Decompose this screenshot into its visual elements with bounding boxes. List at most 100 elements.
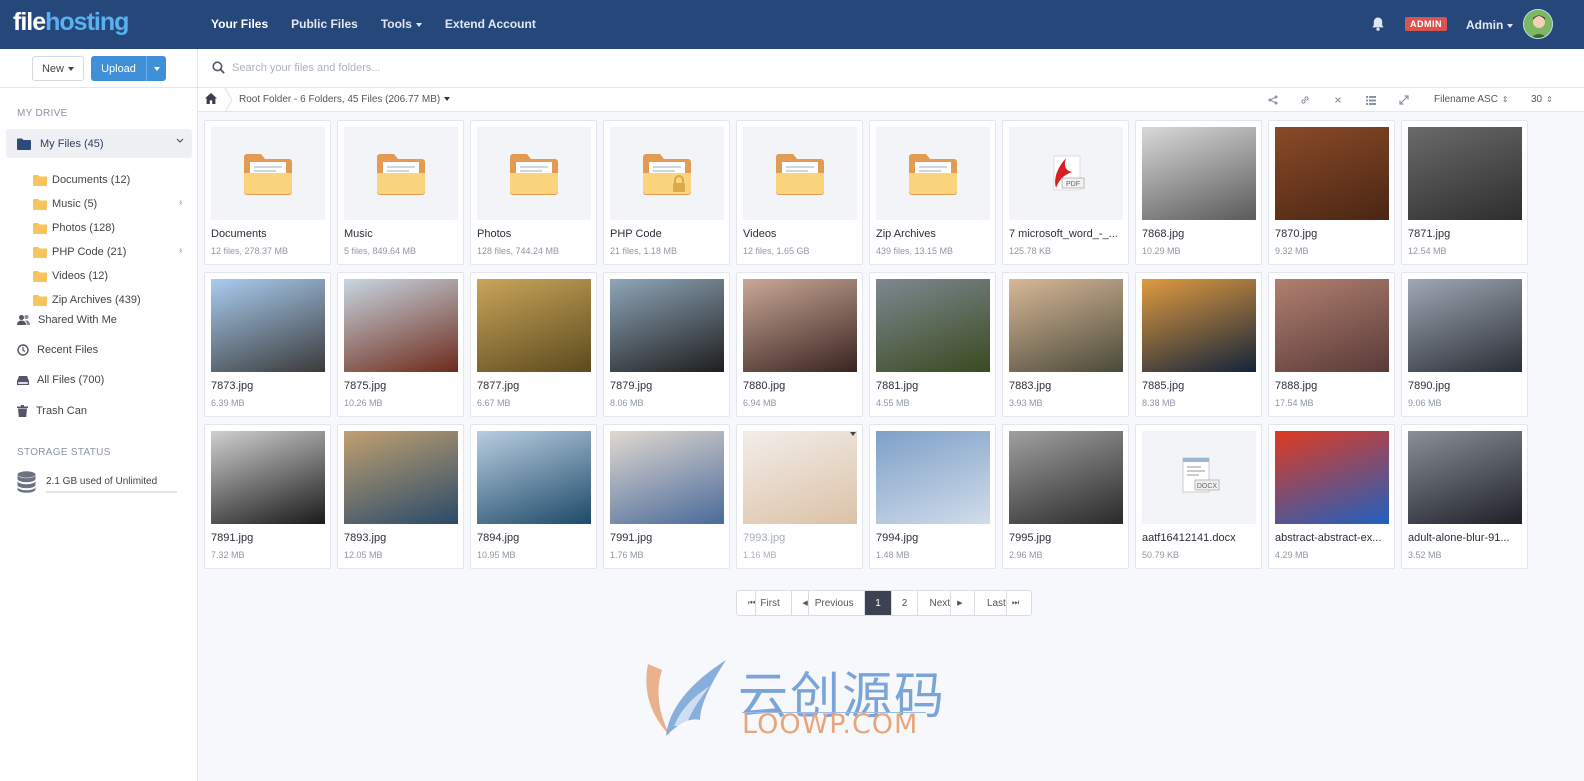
pagination-page-2[interactable]: 2: [892, 591, 918, 615]
share-icon[interactable]: [1266, 93, 1280, 107]
close-icon[interactable]: [1331, 93, 1345, 107]
file-card[interactable]: 7870.jpg 9.32 MB: [1268, 120, 1395, 265]
chevron-down-icon[interactable]: [850, 432, 856, 436]
file-card[interactable]: 7881.jpg 4.55 MB: [869, 272, 996, 417]
file-card[interactable]: 7991.jpg 1.76 MB: [603, 424, 730, 569]
file-thumbnail[interactable]: DOCX: [1142, 431, 1256, 524]
file-card[interactable]: DOCX aatf16412141.docx 50.79 KB: [1135, 424, 1262, 569]
sidebar-folder-item[interactable]: Documents (12): [33, 172, 130, 188]
file-card[interactable]: 7879.jpg 8.06 MB: [603, 272, 730, 417]
file-card[interactable]: 7893.jpg 12.05 MB: [337, 424, 464, 569]
new-button[interactable]: New: [32, 56, 84, 81]
file-card[interactable]: 7873.jpg 6.39 MB: [204, 272, 331, 417]
sidebar-folder-item[interactable]: Music (5): [33, 196, 97, 212]
folder-card[interactable]: Photos 128 files, 744.24 MB: [470, 120, 597, 265]
file-card[interactable]: 7894.jpg 10.95 MB: [470, 424, 597, 569]
chevron-right-icon[interactable]: ›: [179, 245, 182, 256]
file-thumbnail[interactable]: [477, 127, 591, 220]
folder-card[interactable]: Documents 12 files, 278.37 MB: [204, 120, 331, 265]
avatar[interactable]: [1523, 9, 1553, 39]
file-thumbnail[interactable]: [344, 431, 458, 524]
file-thumbnail[interactable]: [1408, 279, 1522, 372]
nav-tools[interactable]: Tools: [381, 17, 422, 31]
file-thumbnail[interactable]: [743, 431, 857, 524]
file-card[interactable]: 7995.jpg 2.96 MB: [1002, 424, 1129, 569]
folder-card[interactable]: PHP Code 21 files, 1.18 MB: [603, 120, 730, 265]
folder-card[interactable]: Zip Archives 439 files, 13.15 MB: [869, 120, 996, 265]
pagination-first[interactable]: ⏮ First: [737, 591, 792, 615]
sidebar-item-my-files[interactable]: My Files (45): [6, 129, 192, 158]
list-view-icon[interactable]: [1364, 93, 1378, 107]
file-thumbnail[interactable]: [1142, 279, 1256, 372]
sidebar-folder-item[interactable]: Videos (12): [33, 268, 108, 284]
file-thumbnail[interactable]: [610, 431, 724, 524]
search-input[interactable]: [232, 58, 832, 78]
pagination-previous[interactable]: ◀ Previous: [792, 591, 865, 615]
file-card[interactable]: 7890.jpg 9.06 MB: [1401, 272, 1528, 417]
file-thumbnail[interactable]: [211, 431, 325, 524]
file-card[interactable]: 7883.jpg 3.93 MB: [1002, 272, 1129, 417]
file-card[interactable]: 7871.jpg 12.54 MB: [1401, 120, 1528, 265]
file-card[interactable]: 7875.jpg 10.26 MB: [337, 272, 464, 417]
file-card[interactable]: 7993.jpg 1.16 MB: [736, 424, 863, 569]
file-thumbnail[interactable]: [876, 279, 990, 372]
file-thumbnail[interactable]: [743, 127, 857, 220]
file-card[interactable]: adult-alone-blur-91... 3.52 MB: [1401, 424, 1528, 569]
file-thumbnail[interactable]: [876, 431, 990, 524]
file-thumbnail[interactable]: [743, 279, 857, 372]
file-card[interactable]: 7888.jpg 17.54 MB: [1268, 272, 1395, 417]
file-thumbnail[interactable]: [477, 279, 591, 372]
file-thumbnail[interactable]: [477, 431, 591, 524]
bell-icon[interactable]: [1370, 16, 1386, 32]
file-thumbnail[interactable]: [344, 279, 458, 372]
file-thumbnail[interactable]: [1142, 127, 1256, 220]
sidebar-item-trash[interactable]: Trash Can: [17, 403, 87, 419]
sort-select[interactable]: Filename ASC ⇕: [1434, 94, 1509, 105]
sidebar-folder-item[interactable]: PHP Code (21): [33, 244, 126, 260]
per-page-select[interactable]: 30 ⇕: [1531, 94, 1553, 105]
app-logo[interactable]: filehosting: [13, 8, 129, 37]
fullscreen-icon[interactable]: [1397, 93, 1411, 107]
file-thumbnail[interactable]: [1408, 127, 1522, 220]
file-card[interactable]: 7868.jpg 10.29 MB: [1135, 120, 1262, 265]
chevron-right-icon[interactable]: ›: [179, 197, 182, 208]
sidebar-folder-item[interactable]: Photos (128): [33, 220, 115, 236]
file-thumbnail[interactable]: [1009, 431, 1123, 524]
file-thumbnail[interactable]: [1275, 127, 1389, 220]
file-thumbnail[interactable]: [610, 127, 724, 220]
file-thumbnail[interactable]: [876, 127, 990, 220]
file-thumbnail[interactable]: PDF: [1009, 127, 1123, 220]
file-card[interactable]: 7885.jpg 8.38 MB: [1135, 272, 1262, 417]
upload-dropdown-toggle[interactable]: [146, 56, 166, 81]
sidebar-item-recent[interactable]: Recent Files: [17, 342, 98, 358]
pagination-last[interactable]: Last ⏭: [975, 591, 1031, 615]
breadcrumb-folder[interactable]: Root Folder - 6 Folders, 45 Files (206.7…: [239, 94, 451, 105]
file-card[interactable]: abstract-abstract-ex... 4.29 MB: [1268, 424, 1395, 569]
file-thumbnail[interactable]: [1009, 279, 1123, 372]
file-thumbnail[interactable]: [610, 279, 724, 372]
user-menu[interactable]: Admin: [1466, 18, 1514, 32]
folder-card[interactable]: Music 5 files, 849.64 MB: [337, 120, 464, 265]
file-thumbnail[interactable]: [1275, 279, 1389, 372]
file-thumbnail[interactable]: [344, 127, 458, 220]
nav-extend-account[interactable]: Extend Account: [445, 17, 536, 31]
pagination-next[interactable]: Next ▶: [918, 591, 975, 615]
upload-button[interactable]: Upload: [91, 56, 166, 81]
nav-public-files[interactable]: Public Files: [291, 17, 358, 31]
file-thumbnail[interactable]: [211, 127, 325, 220]
file-thumbnail[interactable]: [211, 279, 325, 372]
link-icon[interactable]: [1298, 93, 1312, 107]
file-card[interactable]: 7877.jpg 6.67 MB: [470, 272, 597, 417]
nav-your-files[interactable]: Your Files: [211, 17, 268, 31]
sidebar-item-all-files[interactable]: All Files (700): [17, 372, 104, 388]
sidebar-folder-item[interactable]: Zip Archives (439): [33, 292, 141, 308]
file-card[interactable]: 7891.jpg 7.32 MB: [204, 424, 331, 569]
file-card[interactable]: 7880.jpg 6.94 MB: [736, 272, 863, 417]
file-card[interactable]: PDF 7 microsoft_word_-_... 125.78 KB: [1002, 120, 1129, 265]
sidebar-item-shared[interactable]: Shared With Me: [17, 312, 117, 328]
file-card[interactable]: 7994.jpg 1.48 MB: [869, 424, 996, 569]
folder-card[interactable]: Videos 12 files, 1.65 GB: [736, 120, 863, 265]
file-thumbnail[interactable]: [1408, 431, 1522, 524]
file-thumbnail[interactable]: [1275, 431, 1389, 524]
home-icon[interactable]: [205, 93, 217, 104]
